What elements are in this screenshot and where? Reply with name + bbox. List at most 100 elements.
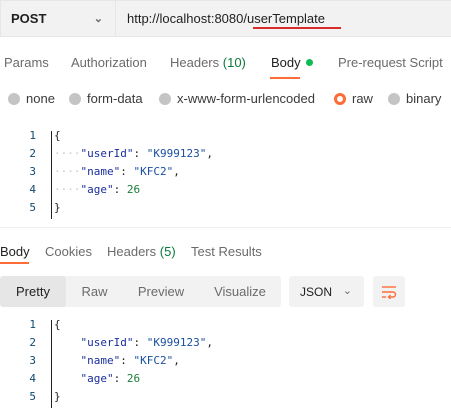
code-text: } bbox=[54, 390, 61, 403]
view-raw-button[interactable]: Raw bbox=[66, 276, 123, 307]
code-line: 2 ····"userId": "K999123", bbox=[0, 147, 451, 165]
line-number: 1 bbox=[29, 318, 36, 331]
line-number: 2 bbox=[29, 147, 36, 160]
radio-binary[interactable]: binary bbox=[388, 91, 441, 106]
radio-label: form-data bbox=[87, 91, 143, 106]
tab-headers[interactable]: Headers (10) bbox=[170, 55, 246, 70]
tab-cookies[interactable]: Cookies bbox=[45, 244, 92, 259]
green-dot-icon bbox=[305, 59, 313, 66]
json-key: "age" bbox=[80, 372, 114, 385]
view-mode-segmented: Pretty Raw Preview Visualize bbox=[0, 276, 281, 307]
body-type-radios: none form-data x-www-form-urlencoded raw… bbox=[0, 88, 451, 110]
code-line: 3 ····"name": "KFC2", bbox=[0, 165, 451, 183]
view-preview-button[interactable]: Preview bbox=[123, 276, 199, 307]
code-text: ····"name": "KFC2", bbox=[54, 165, 180, 178]
request-body-editor[interactable]: 1 { 2 ····"userId": "K999123", 3 ····"na… bbox=[0, 129, 451, 221]
tab-params[interactable]: Params bbox=[4, 55, 49, 70]
radio-label: x-www-form-urlencoded bbox=[177, 91, 315, 106]
json-value: "K999123" bbox=[146, 147, 207, 160]
tab-label: Authorization bbox=[71, 55, 147, 70]
request-tabs: Params Authorization Headers (10) Body P… bbox=[0, 46, 451, 80]
json-value: 26 bbox=[126, 372, 141, 385]
request-bar: POST ⌄ http://localhost:8080/userTemplat… bbox=[0, 0, 451, 38]
code-line: 1 { bbox=[0, 318, 451, 336]
format-select[interactable]: JSON ⌄ bbox=[289, 276, 364, 307]
button-label: Raw bbox=[81, 284, 108, 299]
tab-pre-request-script[interactable]: Pre-request Script bbox=[338, 55, 443, 70]
json-key: "name" bbox=[80, 165, 121, 178]
active-tab-underline bbox=[0, 262, 29, 264]
code-line: 1 { bbox=[0, 129, 451, 147]
tab-label: Body bbox=[271, 55, 301, 70]
radio-circle bbox=[8, 92, 20, 105]
line-number: 3 bbox=[29, 354, 36, 367]
view-pretty-button[interactable]: Pretty bbox=[0, 276, 66, 307]
tab-authorization[interactable]: Authorization bbox=[71, 55, 147, 70]
tab-label: Pre-request Script bbox=[338, 55, 443, 70]
code-line: 5 } bbox=[0, 201, 451, 219]
chevron-down-icon: ⌄ bbox=[342, 285, 352, 297]
method-label: POST bbox=[11, 11, 47, 26]
radio-none[interactable]: none bbox=[8, 91, 55, 106]
line-number: 3 bbox=[29, 165, 36, 178]
code-text: "userId": "K999123", bbox=[80, 336, 213, 349]
url-highlight-underline bbox=[253, 27, 341, 29]
line-number: 1 bbox=[29, 129, 36, 142]
tab-response-body[interactable]: Body bbox=[0, 244, 30, 259]
radio-x-www-form-urlencoded[interactable]: x-www-form-urlencoded bbox=[159, 91, 315, 106]
code-line: 5 } bbox=[0, 390, 451, 408]
code-text: { bbox=[54, 318, 61, 331]
method-select[interactable]: POST ⌄ bbox=[0, 0, 116, 37]
wrap-lines-button[interactable] bbox=[373, 276, 405, 307]
code-text: { bbox=[54, 129, 61, 142]
active-tab-underline bbox=[270, 77, 300, 79]
button-label: Pretty bbox=[16, 284, 50, 299]
radio-circle bbox=[69, 92, 81, 105]
line-number: 5 bbox=[29, 201, 36, 214]
tab-body[interactable]: Body bbox=[271, 55, 313, 70]
response-body-viewer[interactable]: 1 { 2 "userId": "K999123", 3 "name": "KF… bbox=[0, 318, 451, 410]
line-number: 2 bbox=[29, 336, 36, 349]
button-label: Preview bbox=[137, 284, 185, 299]
json-sep: , bbox=[206, 336, 213, 349]
radio-raw[interactable]: raw bbox=[334, 91, 373, 106]
json-value: "KFC2" bbox=[133, 354, 174, 367]
radio-label: binary bbox=[406, 91, 442, 106]
line-number: 4 bbox=[29, 183, 36, 196]
code-line: 3 "name": "KFC2", bbox=[0, 354, 451, 372]
format-select-value: JSON bbox=[300, 284, 333, 299]
url-text: http://localhost:8080/userTemplate bbox=[127, 11, 326, 26]
json-key: "age" bbox=[80, 183, 114, 196]
section-divider bbox=[0, 227, 451, 228]
tab-test-results[interactable]: Test Results bbox=[191, 244, 262, 259]
json-sep: , bbox=[206, 147, 213, 160]
code-text: "age": 26 bbox=[80, 372, 141, 385]
radio-circle-selected bbox=[334, 92, 346, 105]
line-number: 5 bbox=[29, 390, 36, 403]
radio-form-data[interactable]: form-data bbox=[69, 91, 143, 106]
json-key: "userId" bbox=[80, 147, 134, 160]
code-line: 4 ····"age": 26 bbox=[0, 183, 451, 201]
json-sep: , bbox=[173, 354, 180, 367]
tab-label: Body bbox=[0, 244, 30, 259]
url-input[interactable]: http://localhost:8080/userTemplate bbox=[116, 0, 451, 37]
line-number: 4 bbox=[29, 372, 36, 385]
tab-label: Test Results bbox=[191, 244, 262, 259]
tab-label: Cookies bbox=[45, 244, 92, 259]
button-label: Visualize bbox=[214, 284, 266, 299]
json-sep: , bbox=[173, 165, 180, 178]
chevron-down-icon: ⌄ bbox=[93, 13, 103, 25]
tab-label: Headers bbox=[170, 55, 220, 70]
tab-response-headers[interactable]: Headers (5) bbox=[107, 244, 176, 259]
tab-label: Params bbox=[4, 55, 49, 70]
code-text: ····"userId": "K999123", bbox=[54, 147, 213, 160]
tab-count: (10) bbox=[222, 55, 246, 70]
tab-label: Headers bbox=[107, 244, 157, 259]
code-line: 2 "userId": "K999123", bbox=[0, 336, 451, 354]
view-visualize-button[interactable]: Visualize bbox=[199, 276, 281, 307]
wrap-lines-icon bbox=[382, 285, 397, 299]
code-line: 4 "age": 26 bbox=[0, 372, 451, 390]
json-key: "name" bbox=[80, 354, 121, 367]
code-text: ····"age": 26 bbox=[54, 183, 141, 196]
radio-circle bbox=[388, 92, 400, 105]
